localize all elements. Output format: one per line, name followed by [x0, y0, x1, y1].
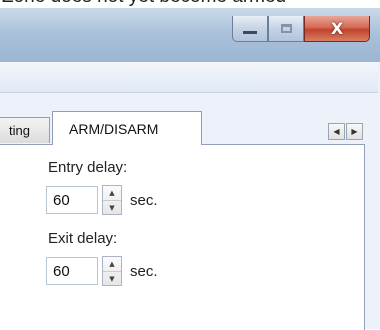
minimize-button[interactable] [232, 16, 268, 42]
exit-delay-input[interactable] [46, 257, 98, 285]
window-controls: X [232, 16, 370, 44]
window-body: ting ARM/DISARM ◀ ▶ Entry delay: ▲ ▼ sec… [0, 62, 380, 330]
tab-scroll-left-button[interactable]: ◀ [328, 123, 345, 140]
close-button[interactable]: X [304, 16, 370, 42]
minimize-icon [243, 31, 257, 34]
tab-arm-disarm[interactable]: ARM/DISARM [52, 111, 202, 145]
page-caption: Zone does not yet become armed [2, 0, 378, 8]
exit-delay-label: Exit delay: [48, 230, 118, 247]
entry-delay-input[interactable] [46, 186, 98, 214]
spinner-down-icon[interactable]: ▼ [103, 201, 121, 215]
exit-delay-spinner[interactable]: ▲ ▼ [102, 256, 122, 286]
header-strip [0, 62, 378, 93]
spinner-down-icon[interactable]: ▼ [103, 272, 121, 286]
arm-disarm-panel: Entry delay: ▲ ▼ sec. Exit delay: ▲ ▼ se… [0, 144, 365, 330]
entry-delay-label: Entry delay: [48, 159, 128, 176]
tab-previous[interactable]: ting [0, 117, 50, 143]
tab-arm-disarm-label: ARM/DISARM [69, 120, 159, 137]
tab-scroll-right-button[interactable]: ▶ [346, 123, 363, 140]
chevron-right-icon: ▶ [351, 127, 358, 136]
tab-scroll-buttons: ◀ ▶ [328, 123, 363, 140]
entry-delay-unit: sec. [130, 192, 158, 209]
title-bar[interactable]: X [0, 8, 380, 63]
maximize-icon [280, 24, 292, 33]
spinner-up-icon[interactable]: ▲ [103, 257, 121, 272]
tab-previous-label: ting [9, 123, 30, 138]
tab-strip: ting ARM/DISARM ◀ ▶ [0, 111, 380, 145]
maximize-button[interactable] [268, 16, 304, 42]
entry-delay-spinner[interactable]: ▲ ▼ [102, 185, 122, 215]
chevron-left-icon: ◀ [333, 127, 340, 136]
close-icon: X [330, 19, 344, 38]
spinner-up-icon[interactable]: ▲ [103, 186, 121, 201]
exit-delay-unit: sec. [130, 263, 158, 280]
